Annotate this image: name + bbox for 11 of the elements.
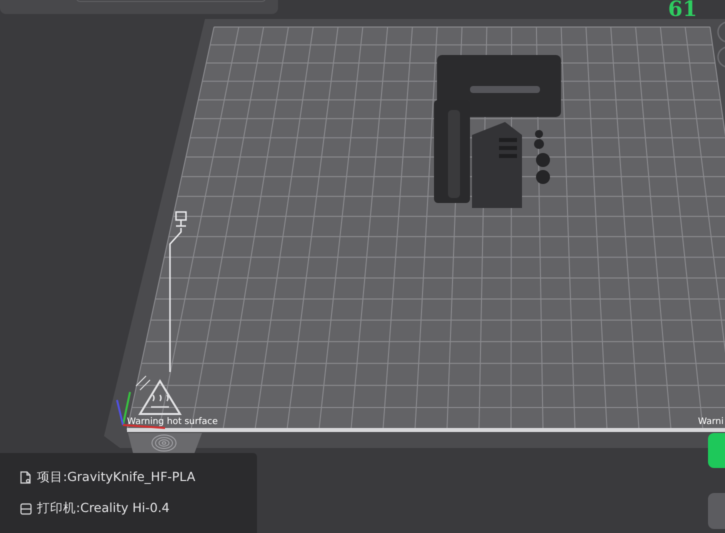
warning-label: Warning hot surface — [127, 417, 218, 427]
origin-marker-icon — [169, 211, 187, 372]
hot-surface-warning-icon — [136, 376, 182, 415]
axis-gizmo-icon — [116, 392, 166, 429]
info-text: 打印机:Creality Hi-0.4 — [37, 500, 170, 517]
printer-icon — [20, 502, 32, 514]
fingerprint-icon — [152, 434, 176, 452]
layer-counter: 61 — [668, 0, 698, 21]
warning-label: Warni — [698, 417, 724, 427]
info-text: 项目:GravityKnife_HF-PLA — [37, 469, 196, 486]
file-icon — [20, 471, 32, 484]
